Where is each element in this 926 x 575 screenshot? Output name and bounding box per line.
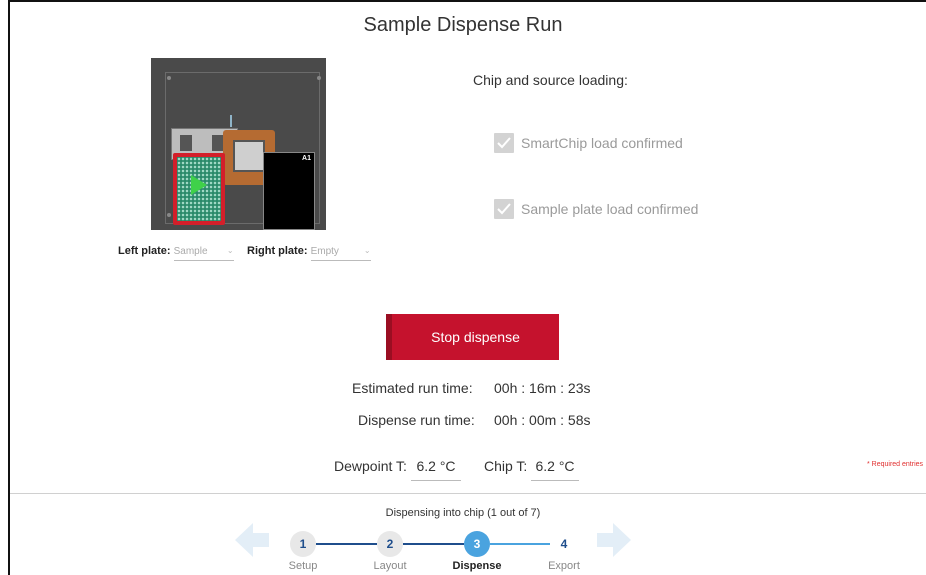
left-plate-selector: Left plate: Sample ⌄	[118, 245, 234, 261]
arrow-right-icon[interactable]	[595, 521, 633, 559]
dewpoint-value: 6.2 °C	[411, 458, 461, 481]
stop-dispense-button[interactable]: Stop dispense	[386, 314, 559, 360]
left-plate-dropdown[interactable]: Sample ⌄	[173, 246, 234, 261]
page-title: Sample Dispense Run	[363, 14, 563, 36]
right-plate-selector: Right plate: Empty ⌄	[247, 245, 371, 261]
right-plate-label: Right plate:	[247, 245, 308, 257]
step-2-circle[interactable]: 2	[377, 531, 403, 557]
step-4-circle[interactable]: 4	[551, 531, 577, 557]
smartchip	[233, 140, 265, 172]
probe-indicator	[230, 115, 232, 127]
left-sample-plate[interactable]	[173, 153, 225, 225]
required-entries-note: * Required entries	[867, 461, 924, 468]
chevron-down-icon: ⌄	[363, 246, 371, 255]
chip-temp-label: Chip T:	[484, 458, 528, 474]
plate-corner-label: A1	[302, 155, 311, 162]
holder-slot	[180, 135, 192, 151]
chevron-down-icon: ⌄	[226, 246, 234, 255]
step-1-circle[interactable]: 1	[290, 531, 316, 557]
screw-icon	[167, 76, 171, 80]
step-2-label: Layout	[373, 560, 407, 572]
loading-section-title: Chip and source loading:	[473, 72, 628, 88]
left-plate-label: Left plate:	[118, 245, 171, 257]
step-4-label: Export	[548, 560, 580, 572]
right-plate-value: Empty	[310, 246, 339, 257]
right-plate-dropdown[interactable]: Empty ⌄	[310, 246, 371, 261]
arrow-left-icon[interactable]	[233, 521, 271, 559]
left-plate-value: Sample	[173, 246, 208, 257]
smartchip-confirm-label: SmartChip load confirmed	[521, 135, 683, 151]
estimated-run-time-value: 00h : 16m : 23s	[494, 380, 591, 396]
step-connector-1-2	[316, 543, 377, 545]
sample-plate-confirm-checkbox[interactable]	[494, 199, 514, 219]
window-frame	[8, 0, 926, 575]
footer-divider	[10, 493, 926, 494]
dewpoint-label: Dewpoint T:	[334, 458, 407, 474]
estimated-run-time-label: Estimated run time:	[352, 380, 473, 396]
sample-plate-confirm-label: Sample plate load confirmed	[521, 201, 699, 217]
step-1-label: Setup	[288, 560, 318, 572]
step-connector-2-3	[403, 543, 464, 545]
dispensing-status: Dispensing into chip (1 out of 7)	[385, 507, 541, 519]
step-3-circle[interactable]: 3	[464, 531, 490, 557]
checkmark-icon	[497, 203, 511, 215]
dispense-run-time-label: Dispense run time:	[358, 412, 475, 428]
dispense-run-time-value: 00h : 00m : 58s	[494, 412, 591, 428]
play-icon	[191, 175, 207, 195]
checkmark-icon	[497, 137, 511, 149]
step-3-label: Dispense	[452, 560, 502, 572]
step-connector-3-4	[490, 543, 550, 545]
smartchip-confirm-checkbox[interactable]	[494, 133, 514, 153]
chip-temp-value: 6.2 °C	[531, 458, 579, 481]
screw-icon	[167, 213, 171, 217]
screw-icon	[317, 76, 321, 80]
instrument-deck-image: A1	[151, 58, 326, 230]
right-plate[interactable]: A1	[263, 152, 315, 230]
